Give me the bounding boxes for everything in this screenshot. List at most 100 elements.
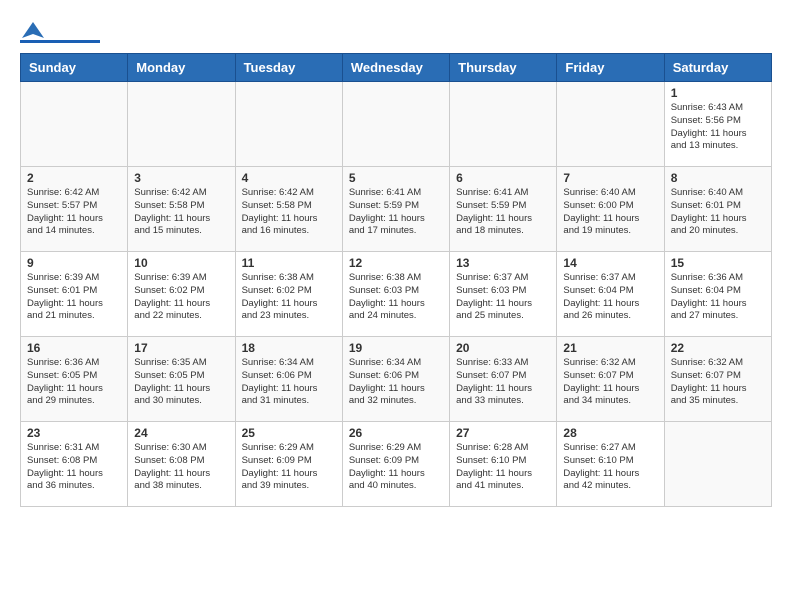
day-number: 18 (242, 341, 336, 355)
day-number: 26 (349, 426, 443, 440)
day-number: 20 (456, 341, 550, 355)
calendar-cell: 24 Sunrise: 6:30 AM Sunset: 6:08 PM Dayli… (128, 422, 235, 507)
calendar-cell (342, 82, 449, 167)
day-info: Sunrise: 6:37 AM Sunset: 6:04 PM Dayligh… (563, 272, 657, 323)
calendar-cell: 13 Sunrise: 6:37 AM Sunset: 6:03 PM Dayli… (450, 252, 557, 337)
day-number: 21 (563, 341, 657, 355)
day-number: 27 (456, 426, 550, 440)
day-number: 8 (671, 171, 765, 185)
calendar-cell: 4 Sunrise: 6:42 AM Sunset: 5:58 PM Daylig… (235, 167, 342, 252)
calendar-cell: 25 Sunrise: 6:29 AM Sunset: 6:09 PM Dayli… (235, 422, 342, 507)
day-info: Sunrise: 6:34 AM Sunset: 6:06 PM Dayligh… (349, 357, 443, 408)
calendar-week-3: 9 Sunrise: 6:39 AM Sunset: 6:01 PM Daylig… (21, 252, 772, 337)
day-info: Sunrise: 6:42 AM Sunset: 5:58 PM Dayligh… (134, 187, 228, 238)
day-info: Sunrise: 6:28 AM Sunset: 6:10 PM Dayligh… (456, 442, 550, 493)
day-number: 6 (456, 171, 550, 185)
calendar-week-4: 16Sunrise: 6:36 AM Sunset: 6:05 PM Dayli… (21, 337, 772, 422)
day-number: 24 (134, 426, 228, 440)
calendar-table: SundayMondayTuesdayWednesdayThursdayFrid… (20, 53, 772, 507)
day-info: Sunrise: 6:35 AM Sunset: 6:05 PM Dayligh… (134, 357, 228, 408)
day-info: Sunrise: 6:40 AM Sunset: 6:00 PM Dayligh… (563, 187, 657, 238)
calendar-cell: 18Sunrise: 6:34 AM Sunset: 6:06 PM Dayli… (235, 337, 342, 422)
day-info: Sunrise: 6:30 AM Sunset: 6:08 PM Dayligh… (134, 442, 228, 493)
day-number: 19 (349, 341, 443, 355)
calendar-cell: 1 Sunrise: 6:43 AM Sunset: 5:56 PM Daylig… (664, 82, 771, 167)
day-number: 4 (242, 171, 336, 185)
day-info: Sunrise: 6:31 AM Sunset: 6:08 PM Dayligh… (27, 442, 121, 493)
day-info: Sunrise: 6:39 AM Sunset: 6:02 PM Dayligh… (134, 272, 228, 323)
weekday-header-wednesday: Wednesday (342, 54, 449, 82)
day-number: 13 (456, 256, 550, 270)
calendar-cell: 21 Sunrise: 6:32 AM Sunset: 6:07 PM Dayli… (557, 337, 664, 422)
weekday-header-thursday: Thursday (450, 54, 557, 82)
day-info: Sunrise: 6:27 AM Sunset: 6:10 PM Dayligh… (563, 442, 657, 493)
day-info: Sunrise: 6:40 AM Sunset: 6:01 PM Dayligh… (671, 187, 765, 238)
logo-underline (20, 40, 100, 43)
day-number: 9 (27, 256, 121, 270)
day-info: Sunrise: 6:29 AM Sunset: 6:09 PM Dayligh… (349, 442, 443, 493)
day-info: Sunrise: 6:29 AM Sunset: 6:09 PM Dayligh… (242, 442, 336, 493)
weekday-header-friday: Friday (557, 54, 664, 82)
calendar-cell: 5 Sunrise: 6:41 AM Sunset: 5:59 PM Daylig… (342, 167, 449, 252)
day-info: Sunrise: 6:38 AM Sunset: 6:03 PM Dayligh… (349, 272, 443, 323)
calendar-cell: 11 Sunrise: 6:38 AM Sunset: 6:02 PM Dayli… (235, 252, 342, 337)
day-number: 11 (242, 256, 336, 270)
day-number: 25 (242, 426, 336, 440)
calendar-cell (557, 82, 664, 167)
day-number: 14 (563, 256, 657, 270)
day-number: 1 (671, 86, 765, 100)
calendar-cell: 14 Sunrise: 6:37 AM Sunset: 6:04 PM Dayli… (557, 252, 664, 337)
day-info: Sunrise: 6:37 AM Sunset: 6:03 PM Dayligh… (456, 272, 550, 323)
day-number: 5 (349, 171, 443, 185)
calendar-cell: 28 Sunrise: 6:27 AM Sunset: 6:10 PM Dayli… (557, 422, 664, 507)
day-info: Sunrise: 6:43 AM Sunset: 5:56 PM Dayligh… (671, 102, 765, 153)
calendar-cell: 9 Sunrise: 6:39 AM Sunset: 6:01 PM Daylig… (21, 252, 128, 337)
day-info: Sunrise: 6:33 AM Sunset: 6:07 PM Dayligh… (456, 357, 550, 408)
calendar-cell: 16Sunrise: 6:36 AM Sunset: 6:05 PM Dayli… (21, 337, 128, 422)
calendar-cell: 22Sunrise: 6:32 AM Sunset: 6:07 PM Dayli… (664, 337, 771, 422)
calendar-cell (21, 82, 128, 167)
calendar-cell: 26 Sunrise: 6:29 AM Sunset: 6:09 PM Dayli… (342, 422, 449, 507)
calendar-cell: 3Sunrise: 6:42 AM Sunset: 5:58 PM Daylig… (128, 167, 235, 252)
day-info: Sunrise: 6:36 AM Sunset: 6:05 PM Dayligh… (27, 357, 121, 408)
logo-bird-icon (22, 20, 44, 42)
calendar-cell: 8 Sunrise: 6:40 AM Sunset: 6:01 PM Daylig… (664, 167, 771, 252)
weekday-header-tuesday: Tuesday (235, 54, 342, 82)
calendar-cell: 10 Sunrise: 6:39 AM Sunset: 6:02 PM Dayli… (128, 252, 235, 337)
day-info: Sunrise: 6:42 AM Sunset: 5:57 PM Dayligh… (27, 187, 121, 238)
day-info: Sunrise: 6:32 AM Sunset: 6:07 PM Dayligh… (563, 357, 657, 408)
day-number: 10 (134, 256, 228, 270)
calendar-cell: 20 Sunrise: 6:33 AM Sunset: 6:07 PM Dayli… (450, 337, 557, 422)
day-info: Sunrise: 6:38 AM Sunset: 6:02 PM Dayligh… (242, 272, 336, 323)
day-number: 2 (27, 171, 121, 185)
calendar-cell: 6 Sunrise: 6:41 AM Sunset: 5:59 PM Daylig… (450, 167, 557, 252)
calendar-cell: 27 Sunrise: 6:28 AM Sunset: 6:10 PM Dayli… (450, 422, 557, 507)
calendar-cell: 19 Sunrise: 6:34 AM Sunset: 6:06 PM Dayli… (342, 337, 449, 422)
day-number: 28 (563, 426, 657, 440)
calendar-cell: 23 Sunrise: 6:31 AM Sunset: 6:08 PM Dayli… (21, 422, 128, 507)
day-number: 22 (671, 341, 765, 355)
calendar-cell: 17 Sunrise: 6:35 AM Sunset: 6:05 PM Dayli… (128, 337, 235, 422)
calendar-cell: 15 Sunrise: 6:36 AM Sunset: 6:04 PM Dayli… (664, 252, 771, 337)
calendar-cell (235, 82, 342, 167)
weekday-header-row: SundayMondayTuesdayWednesdayThursdayFrid… (21, 54, 772, 82)
day-info: Sunrise: 6:39 AM Sunset: 6:01 PM Dayligh… (27, 272, 121, 323)
day-info: Sunrise: 6:42 AM Sunset: 5:58 PM Dayligh… (242, 187, 336, 238)
calendar-cell (450, 82, 557, 167)
weekday-header-saturday: Saturday (664, 54, 771, 82)
weekday-header-monday: Monday (128, 54, 235, 82)
page-header (20, 20, 772, 43)
calendar-week-2: 2 Sunrise: 6:42 AM Sunset: 5:57 PM Daylig… (21, 167, 772, 252)
day-info: Sunrise: 6:41 AM Sunset: 5:59 PM Dayligh… (349, 187, 443, 238)
day-info: Sunrise: 6:41 AM Sunset: 5:59 PM Dayligh… (456, 187, 550, 238)
calendar-cell: 12 Sunrise: 6:38 AM Sunset: 6:03 PM Dayli… (342, 252, 449, 337)
logo (20, 20, 100, 43)
day-number: 23 (27, 426, 121, 440)
day-info: Sunrise: 6:36 AM Sunset: 6:04 PM Dayligh… (671, 272, 765, 323)
calendar-week-5: 23 Sunrise: 6:31 AM Sunset: 6:08 PM Dayli… (21, 422, 772, 507)
calendar-cell (664, 422, 771, 507)
weekday-header-sunday: Sunday (21, 54, 128, 82)
day-number: 17 (134, 341, 228, 355)
day-number: 12 (349, 256, 443, 270)
day-number: 15 (671, 256, 765, 270)
